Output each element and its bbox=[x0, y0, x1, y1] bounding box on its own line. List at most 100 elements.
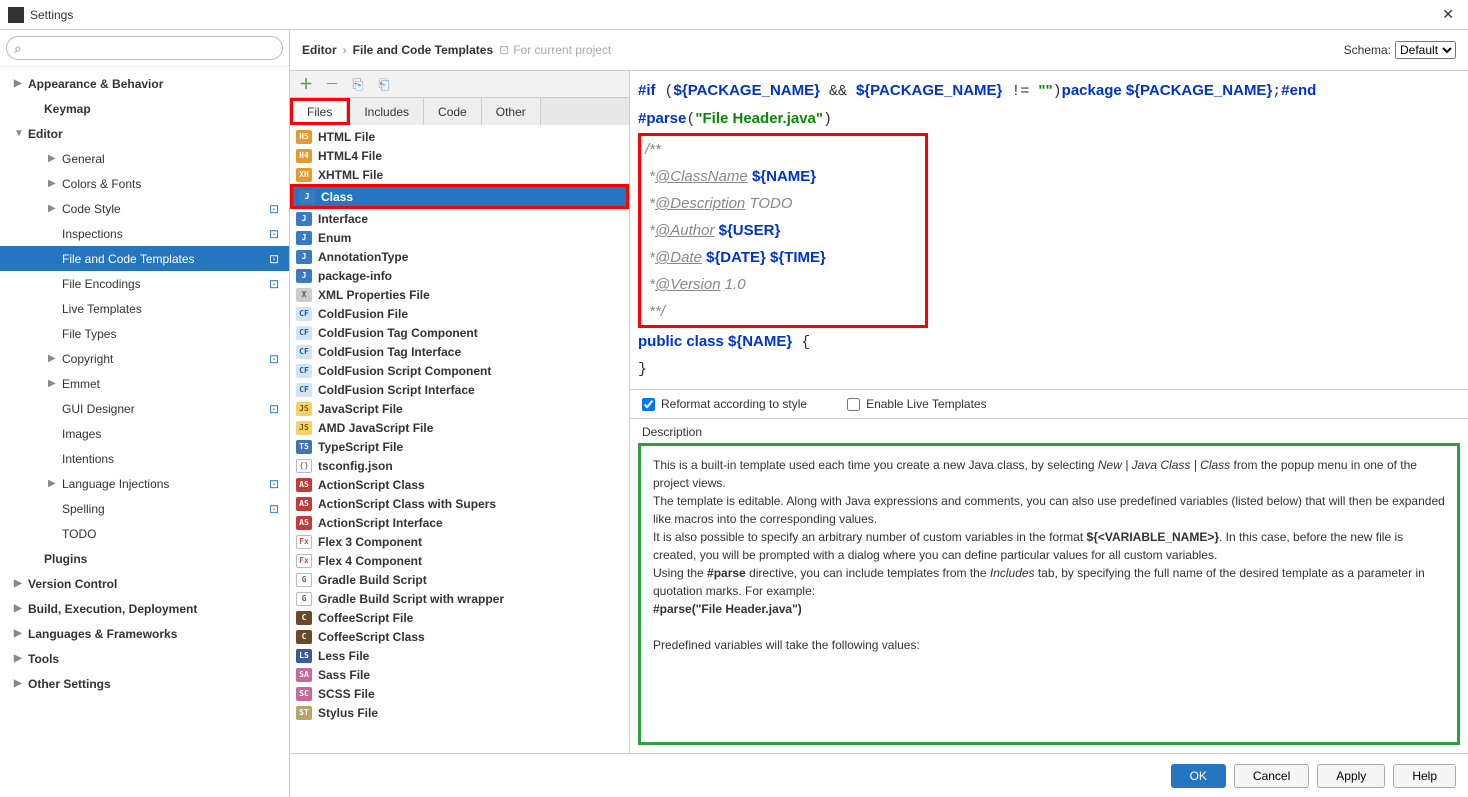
tree-item[interactable]: ▶Tools bbox=[0, 646, 289, 671]
tree-item[interactable]: File Types bbox=[0, 321, 289, 346]
template-item[interactable]: {}tsconfig.json bbox=[290, 456, 629, 475]
project-badge-icon: ⊡ bbox=[269, 252, 279, 266]
file-type-icon: CF bbox=[296, 364, 312, 378]
template-item[interactable]: JSJavaScript File bbox=[290, 399, 629, 418]
tree-item[interactable]: ▶Language Injections⊡ bbox=[0, 471, 289, 496]
template-item[interactable]: CFColdFusion File bbox=[290, 304, 629, 323]
reformat-checkbox[interactable]: Reformat according to style bbox=[642, 397, 807, 411]
file-type-icon: C bbox=[296, 611, 312, 625]
template-item[interactable]: C CoffeeScript Class bbox=[290, 627, 629, 646]
tree-item[interactable]: File and Code Templates⊡ bbox=[0, 246, 289, 271]
paste-icon[interactable]: ⎗ bbox=[376, 76, 392, 92]
tree-item[interactable]: ▼Editor bbox=[0, 121, 289, 146]
add-icon[interactable]: ＋ bbox=[298, 76, 314, 92]
tree-item-label: TODO bbox=[62, 527, 96, 541]
template-item[interactable]: SCSCSS File bbox=[290, 684, 629, 703]
template-code[interactable]: #if (${PACKAGE_NAME} && ${PACKAGE_NAME} … bbox=[630, 71, 1468, 389]
template-item[interactable]: LSLess File bbox=[290, 646, 629, 665]
template-item[interactable]: GGradle Build Script with wrapper bbox=[290, 589, 629, 608]
template-item-label: CoffeeScript Class bbox=[318, 630, 425, 644]
tree-item[interactable]: Intentions bbox=[0, 446, 289, 471]
tree-item[interactable]: Images bbox=[0, 421, 289, 446]
tree-item[interactable]: ▶Version Control bbox=[0, 571, 289, 596]
tab-files[interactable]: Files bbox=[293, 101, 347, 122]
tree-arrow-icon: ▶ bbox=[14, 78, 24, 89]
template-item[interactable]: JEnum bbox=[290, 228, 629, 247]
template-item[interactable]: GGradle Build Script bbox=[290, 570, 629, 589]
template-item[interactable]: XH XHTML File bbox=[290, 165, 629, 184]
schema-select[interactable]: Default bbox=[1395, 41, 1456, 59]
tree-item[interactable]: Inspections⊡ bbox=[0, 221, 289, 246]
tree-item[interactable]: ▶Code Style⊡ bbox=[0, 196, 289, 221]
close-icon[interactable]: ✕ bbox=[1436, 4, 1460, 25]
remove-icon[interactable]: － bbox=[324, 76, 340, 92]
file-type-icon: TS bbox=[296, 440, 312, 454]
template-item[interactable]: H5HTML File bbox=[290, 127, 629, 146]
search-input[interactable] bbox=[6, 36, 283, 60]
tree-item[interactable]: File Encodings⊡ bbox=[0, 271, 289, 296]
tree-item[interactable]: ▶Other Settings bbox=[0, 671, 289, 696]
tree-item[interactable]: ▶Appearance & Behavior bbox=[0, 71, 289, 96]
tree-item[interactable]: ▶Languages & Frameworks bbox=[0, 621, 289, 646]
tree-item[interactable]: TODO bbox=[0, 521, 289, 546]
file-type-icon: X bbox=[296, 288, 312, 302]
project-badge-icon: ⊡ bbox=[269, 477, 279, 491]
description-panel: This is a built-in template used each ti… bbox=[638, 443, 1460, 745]
template-item[interactable]: ASActionScript Interface bbox=[290, 513, 629, 532]
tree-item-label: Version Control bbox=[28, 577, 117, 591]
template-item[interactable]: JSAMD JavaScript File bbox=[290, 418, 629, 437]
schema-label: Schema: bbox=[1344, 43, 1391, 57]
template-item[interactable]: SASass File bbox=[290, 665, 629, 684]
ok-button[interactable]: OK bbox=[1171, 764, 1226, 788]
template-item[interactable]: FxFlex 4 Component bbox=[290, 551, 629, 570]
file-type-icon: XH bbox=[296, 168, 312, 182]
template-item[interactable]: FxFlex 3 Component bbox=[290, 532, 629, 551]
apply-button[interactable]: Apply bbox=[1317, 764, 1385, 788]
template-item[interactable]: JAnnotationType bbox=[290, 247, 629, 266]
template-item-label: ColdFusion Tag Interface bbox=[318, 345, 461, 359]
tree-item[interactable]: ▶Build, Execution, Deployment bbox=[0, 596, 289, 621]
help-button[interactable]: Help bbox=[1393, 764, 1456, 788]
settings-sidebar: ▶Appearance & BehaviorKeymap▼Editor▶Gene… bbox=[0, 30, 290, 797]
template-item[interactable]: STStylus File bbox=[290, 703, 629, 722]
tab-includes[interactable]: Includes bbox=[350, 98, 424, 125]
file-type-icon: AS bbox=[296, 497, 312, 511]
tab-code[interactable]: Code bbox=[424, 98, 482, 125]
template-list[interactable]: H5HTML FileH4HTML4 File XH XHTML File JClas… bbox=[290, 125, 629, 753]
template-item-label: Class bbox=[321, 190, 353, 204]
file-type-icon: C bbox=[296, 630, 312, 644]
tree-item[interactable]: Spelling⊡ bbox=[0, 496, 289, 521]
cancel-button[interactable]: Cancel bbox=[1234, 764, 1309, 788]
template-item[interactable]: CCoffeeScript File bbox=[290, 608, 629, 627]
template-item[interactable]: CFColdFusion Tag Interface bbox=[290, 342, 629, 361]
template-item[interactable]: CFColdFusion Script Component bbox=[290, 361, 629, 380]
file-type-icon: CF bbox=[296, 307, 312, 321]
template-item[interactable]: JInterface bbox=[290, 209, 629, 228]
file-type-icon: CF bbox=[296, 326, 312, 340]
template-item[interactable]: ASActionScript Class with Supers bbox=[290, 494, 629, 513]
tree-item[interactable]: ▶Copyright⊡ bbox=[0, 346, 289, 371]
tree-item[interactable]: Keymap bbox=[0, 96, 289, 121]
template-item[interactable]: H4HTML4 File bbox=[290, 146, 629, 165]
template-item[interactable]: CFColdFusion Script Interface bbox=[290, 380, 629, 399]
tree-item[interactable]: ▶General bbox=[0, 146, 289, 171]
tree-item[interactable]: ▶Colors & Fonts bbox=[0, 171, 289, 196]
template-item[interactable]: ASActionScript Class bbox=[290, 475, 629, 494]
tree-item[interactable]: Live Templates bbox=[0, 296, 289, 321]
tree-item[interactable]: Plugins bbox=[0, 546, 289, 571]
tab-other[interactable]: Other bbox=[482, 98, 541, 125]
settings-tree[interactable]: ▶Appearance & BehaviorKeymap▼Editor▶Gene… bbox=[0, 67, 289, 797]
copy-icon[interactable]: ⎘ bbox=[350, 76, 366, 92]
template-item[interactable]: JClass bbox=[293, 187, 626, 206]
description-label: Description bbox=[630, 419, 1468, 441]
template-item[interactable]: XXML Properties File bbox=[290, 285, 629, 304]
template-item-label: XHTML File bbox=[318, 168, 383, 182]
tree-arrow-icon: ▶ bbox=[48, 353, 58, 364]
file-type-icon: G bbox=[296, 592, 312, 606]
tree-item[interactable]: ▶Emmet bbox=[0, 371, 289, 396]
template-item[interactable]: CFColdFusion Tag Component bbox=[290, 323, 629, 342]
live-templates-checkbox[interactable]: Enable Live Templates bbox=[847, 397, 987, 411]
template-item[interactable]: TSTypeScript File bbox=[290, 437, 629, 456]
tree-item[interactable]: GUI Designer⊡ bbox=[0, 396, 289, 421]
template-item[interactable]: Jpackage-info bbox=[290, 266, 629, 285]
